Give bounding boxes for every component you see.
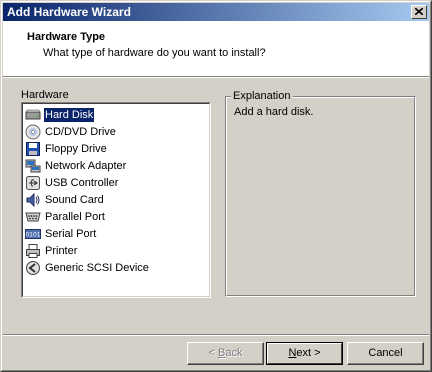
cancel-button-label: Cancel <box>368 347 403 359</box>
floppy-drive-icon <box>26 142 40 156</box>
network-adapter-icon <box>25 159 41 173</box>
hardware-list[interactable]: Hard Disk CD/DVD Drive Floppy Drive Netw… <box>21 102 211 298</box>
page-subtitle: What type of hardware do you want to ins… <box>43 47 266 59</box>
list-item-label: Hard Disk <box>42 107 96 123</box>
printer-icon <box>26 244 40 258</box>
parallel-port-icon <box>25 212 41 222</box>
add-hardware-wizard-window: Add Hardware Wizard Hardware Type What t… <box>0 0 432 372</box>
close-button[interactable] <box>411 5 427 19</box>
header-divider <box>3 76 429 78</box>
list-item-label: Network Adapter <box>45 160 127 172</box>
explanation-group <box>225 96 416 297</box>
list-item-label: Printer <box>45 245 78 257</box>
wizard-header: Hardware Type What type of hardware do y… <box>3 21 429 76</box>
page-title: Hardware Type <box>27 31 106 43</box>
hard-disk-icon <box>25 109 41 120</box>
title-bar[interactable]: Add Hardware Wizard <box>3 3 429 21</box>
next-button[interactable]: Next > <box>266 342 343 365</box>
back-button-label: < Back <box>209 347 243 359</box>
cd-dvd-drive-icon <box>25 124 41 140</box>
serial-port-icon: 0101 <box>25 229 41 239</box>
svg-text:0101: 0101 <box>25 232 40 239</box>
list-item-label: Sound Card <box>45 194 104 206</box>
list-item-label: Generic SCSI Device <box>45 262 149 274</box>
list-item-label: Floppy Drive <box>45 143 107 155</box>
window-title: Add Hardware Wizard <box>7 5 131 19</box>
list-item-label: USB Controller <box>45 177 119 189</box>
explanation-text: Add a hard disk. <box>234 106 314 118</box>
usb-controller-icon <box>26 176 40 190</box>
list-item-label: CD/DVD Drive <box>45 126 116 138</box>
list-item-label: Serial Port <box>45 228 97 240</box>
explanation-label: Explanation <box>231 90 293 102</box>
hardware-label: Hardware <box>21 89 69 101</box>
back-label-rest: ack <box>225 347 243 359</box>
sound-card-icon <box>26 192 40 208</box>
scsi-device-icon <box>26 261 40 275</box>
footer-divider <box>3 334 429 336</box>
next-label-rest: ext > <box>296 347 321 359</box>
back-button[interactable]: < Back <box>187 342 264 365</box>
cancel-button[interactable]: Cancel <box>347 342 424 365</box>
next-button-label: Next > <box>288 347 320 359</box>
close-icon <box>415 8 423 15</box>
back-label-prefix: < <box>208 347 218 359</box>
list-item-label: Parallel Port <box>45 211 105 223</box>
